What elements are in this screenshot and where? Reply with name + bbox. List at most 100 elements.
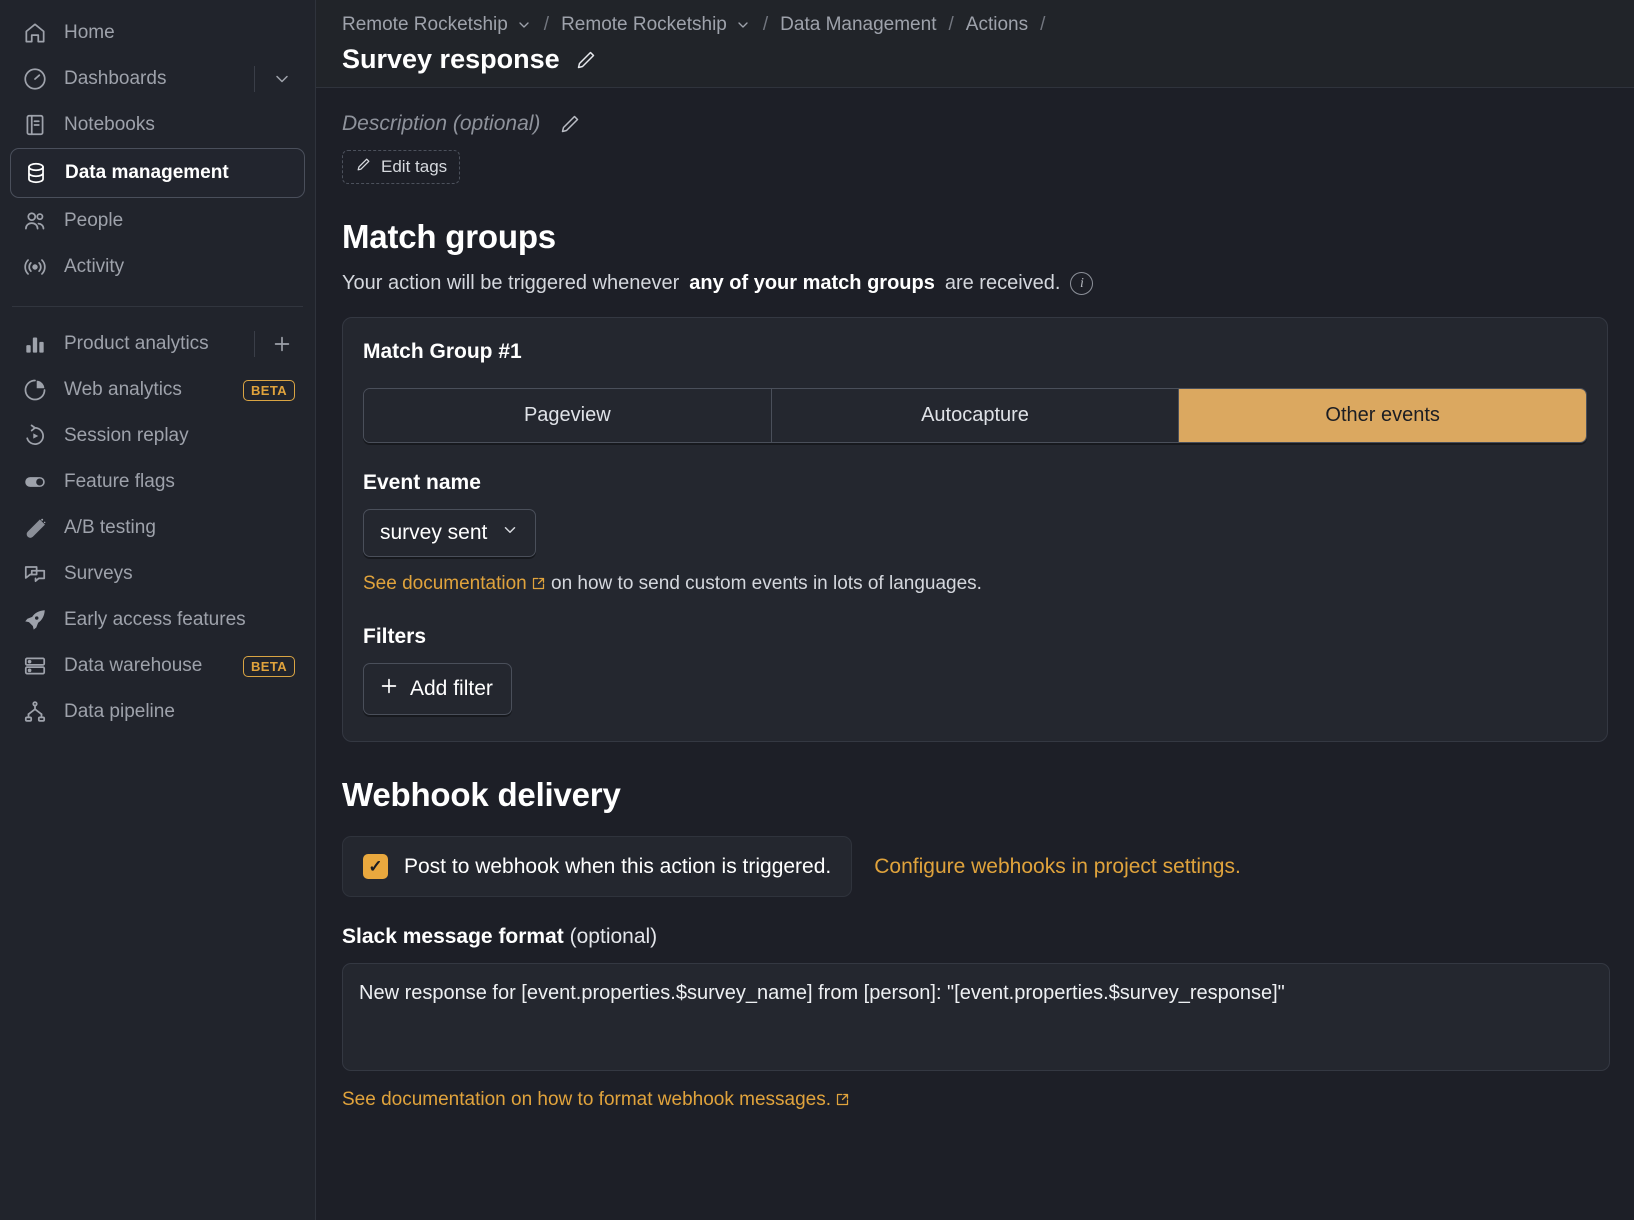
breadcrumb-item-project-org[interactable]: Remote Rocketship [342, 14, 532, 36]
sidebar-primary-group: Home Dashboards Notebooks Data managemen… [0, 10, 315, 290]
configure-webhooks-link[interactable]: Configure webhooks in project settings. [874, 855, 1241, 879]
breadcrumb-separator: / [1040, 14, 1046, 35]
match-groups-heading: Match groups [342, 218, 556, 255]
title-row: Survey response [342, 44, 1608, 75]
breadcrumb-separator: / [543, 14, 550, 35]
content-scroll: Description (optional) Edit tags Match g… [316, 88, 1634, 1220]
chevron-down-icon [516, 17, 532, 33]
add-filter-button[interactable]: Add filter [363, 663, 512, 715]
notebook-icon [20, 110, 50, 140]
sidebar-item-label: People [64, 210, 124, 231]
activity-icon [20, 252, 50, 282]
link-label: See documentation [363, 573, 527, 594]
webhook-doc-help: See documentation on how to format webho… [342, 1089, 1608, 1133]
filters-label: Filters [363, 625, 427, 648]
webhook-delivery-heading: Webhook delivery [342, 776, 621, 813]
sidebar-item-activity[interactable]: Activity [10, 244, 305, 290]
sidebar-item-data-warehouse[interactable]: Data warehouse BETA [10, 643, 305, 689]
status-badge: BETA [242, 655, 295, 677]
sidebar-item-notebooks[interactable]: Notebooks [10, 102, 305, 148]
breadcrumb-item-data-management[interactable]: Data Management [780, 14, 936, 36]
checkbox-check-icon: ✓ [363, 854, 388, 879]
breadcrumb-separator: / [762, 14, 769, 35]
see-documentation-link[interactable]: See documentation [363, 573, 546, 594]
link-label: See documentation on how to format webho… [342, 1089, 832, 1110]
sidebar-secondary-group: Product analytics Web analytics BETA Ses… [0, 321, 315, 735]
divider [254, 331, 255, 357]
sidebar-item-label: Early access features [64, 609, 246, 630]
chevron-down-icon [501, 521, 519, 545]
sidebar-item-surveys[interactable]: Surveys [10, 551, 305, 597]
event-name-label: Event name [363, 471, 481, 494]
subtitle-suffix: are received. [944, 272, 1061, 294]
sidebar-item-label: Data pipeline [64, 701, 175, 722]
home-icon [20, 18, 50, 48]
sidebar-divider [12, 306, 303, 307]
tab-pageview[interactable]: Pageview [364, 389, 772, 442]
pipeline-icon [20, 697, 50, 727]
sidebar-item-ab-testing[interactable]: A/B testing [10, 505, 305, 551]
topbar: Remote Rocketship / Remote Rocketship / … [316, 0, 1634, 88]
description-row: Description (optional) [342, 112, 1608, 136]
sidebar-item-label: Session replay [64, 425, 189, 446]
match-type-tabs: Pageview Autocapture Other events [363, 388, 1587, 443]
sidebar-item-feature-flags[interactable]: Feature flags [10, 459, 305, 505]
sidebar-item-label: Home [64, 22, 115, 43]
breadcrumb: Remote Rocketship / Remote Rocketship / … [342, 14, 1608, 36]
info-icon[interactable]: i [1070, 272, 1094, 295]
subtitle-bold: any of your match groups [689, 272, 935, 294]
slack-message-textarea[interactable]: New response for [event.properties.$surv… [342, 963, 1610, 1071]
match-groups-subtitle: Your action will be triggered whenever a… [342, 272, 1608, 295]
tab-autocapture[interactable]: Autocapture [771, 389, 1180, 442]
chevron-down-icon[interactable] [269, 66, 295, 92]
event-name-select[interactable]: survey sent [363, 509, 537, 557]
edit-tags-label: Edit tags [381, 157, 448, 176]
page-title: Survey response [342, 44, 560, 74]
sidebar-item-data-management[interactable]: Data management [10, 148, 305, 198]
tab-other-events[interactable]: Other events [1179, 389, 1586, 442]
post-to-webhook-checkbox[interactable]: ✓ Post to webhook when this action is tr… [342, 836, 853, 897]
sidebar-item-label: Data warehouse [64, 655, 203, 676]
edit-tags-button[interactable]: Edit tags [342, 150, 461, 184]
slack-message-format-label: Slack message format (optional) [342, 925, 1608, 949]
post-to-webhook-label: Post to webhook when this action is trig… [404, 854, 832, 878]
divider [254, 66, 255, 92]
format-webhook-docs-link[interactable]: See documentation on how to format webho… [342, 1089, 850, 1110]
breadcrumb-item-project[interactable]: Remote Rocketship [561, 14, 751, 36]
sidebar-item-label: Dashboards [64, 68, 167, 89]
sidebar-item-label: Notebooks [64, 114, 155, 135]
sidebar-item-home[interactable]: Home [10, 10, 305, 56]
sidebar-item-label: Data management [65, 162, 229, 183]
toggle-icon [20, 467, 50, 497]
match-group-card: Match Group #1 Pageview Autocapture Othe… [342, 317, 1608, 742]
sidebar-item-product-analytics[interactable]: Product analytics [10, 321, 305, 367]
sidebar-item-people[interactable]: People [10, 198, 305, 244]
sidebar-item-label: Feature flags [64, 471, 175, 492]
external-link-icon [531, 575, 546, 597]
pencil-icon[interactable] [574, 48, 598, 72]
sidebar-item-web-analytics[interactable]: Web analytics BETA [10, 367, 305, 413]
rocket-icon [20, 605, 50, 635]
subtitle-prefix: Your action will be triggered whenever [342, 272, 680, 294]
breadcrumb-separator: / [948, 14, 954, 35]
slack-label-bold: Slack message format [342, 925, 564, 948]
external-link-icon [835, 1091, 850, 1113]
sidebar-item-label: Product analytics [64, 333, 209, 354]
sidebar-item-early-access-features[interactable]: Early access features [10, 597, 305, 643]
chevron-down-icon [735, 17, 751, 33]
pencil-icon[interactable] [558, 112, 582, 136]
breadcrumb-label: Remote Rocketship [342, 14, 508, 35]
add-filter-label: Add filter [410, 677, 493, 700]
plus-icon[interactable] [269, 331, 295, 357]
status-badge: BETA [242, 379, 295, 401]
app-root: Home Dashboards Notebooks Data managemen… [0, 0, 1634, 1220]
sidebar-item-dashboards[interactable]: Dashboards [10, 56, 305, 102]
breadcrumb-label: Remote Rocketship [561, 14, 727, 35]
server-icon [20, 651, 50, 681]
content-inner: Description (optional) Edit tags Match g… [316, 112, 1634, 1133]
description-placeholder[interactable]: Description (optional) [342, 112, 540, 136]
sidebar-item-data-pipeline[interactable]: Data pipeline [10, 689, 305, 735]
breadcrumb-item-actions[interactable]: Actions [966, 14, 1028, 36]
sidebar-item-session-replay[interactable]: Session replay [10, 413, 305, 459]
pie-chart-icon [20, 375, 50, 405]
